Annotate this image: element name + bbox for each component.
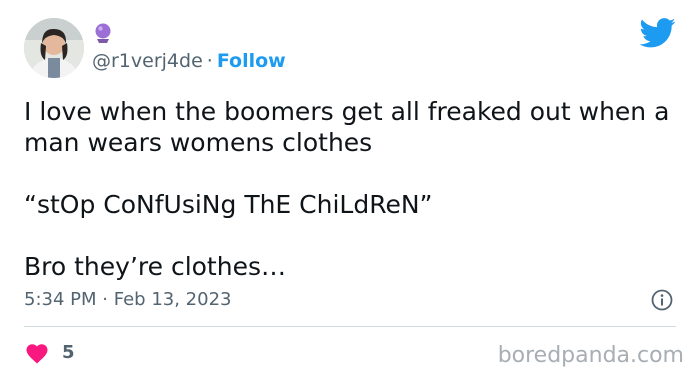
author-row: @r1verj4de · Follow <box>92 49 286 73</box>
tweet-text: I love when the boomers get all freaked … <box>24 96 684 282</box>
timestamp-separator: · <box>102 289 108 310</box>
watermark: boredpanda.com <box>497 343 684 368</box>
tweet-line-2: “stOp CoNfUsiNg ThE ChiLdReN” <box>24 190 433 219</box>
like-count: 5 <box>62 342 75 363</box>
crystal-ball-icon <box>95 23 111 43</box>
avatar[interactable] <box>24 18 84 78</box>
tweet-date: Feb 13, 2023 <box>113 289 232 310</box>
follow-button[interactable]: Follow <box>217 50 286 72</box>
handle-separator: · <box>206 50 213 72</box>
avatar-image <box>24 18 84 78</box>
twitter-bird-icon[interactable] <box>640 18 676 48</box>
tweet-line-1: I love when the boomers get all freaked … <box>24 97 670 157</box>
author-handle[interactable]: @r1verj4de <box>92 50 203 72</box>
timestamp[interactable]: 5:34 PM · Feb 13, 2023 <box>24 288 231 312</box>
tweet-line-3: Bro they’re clothes… <box>24 252 286 281</box>
divider <box>24 326 676 327</box>
info-icon[interactable] <box>651 289 673 311</box>
tweet-time: 5:34 PM <box>24 289 97 310</box>
heart-icon[interactable] <box>25 342 49 364</box>
